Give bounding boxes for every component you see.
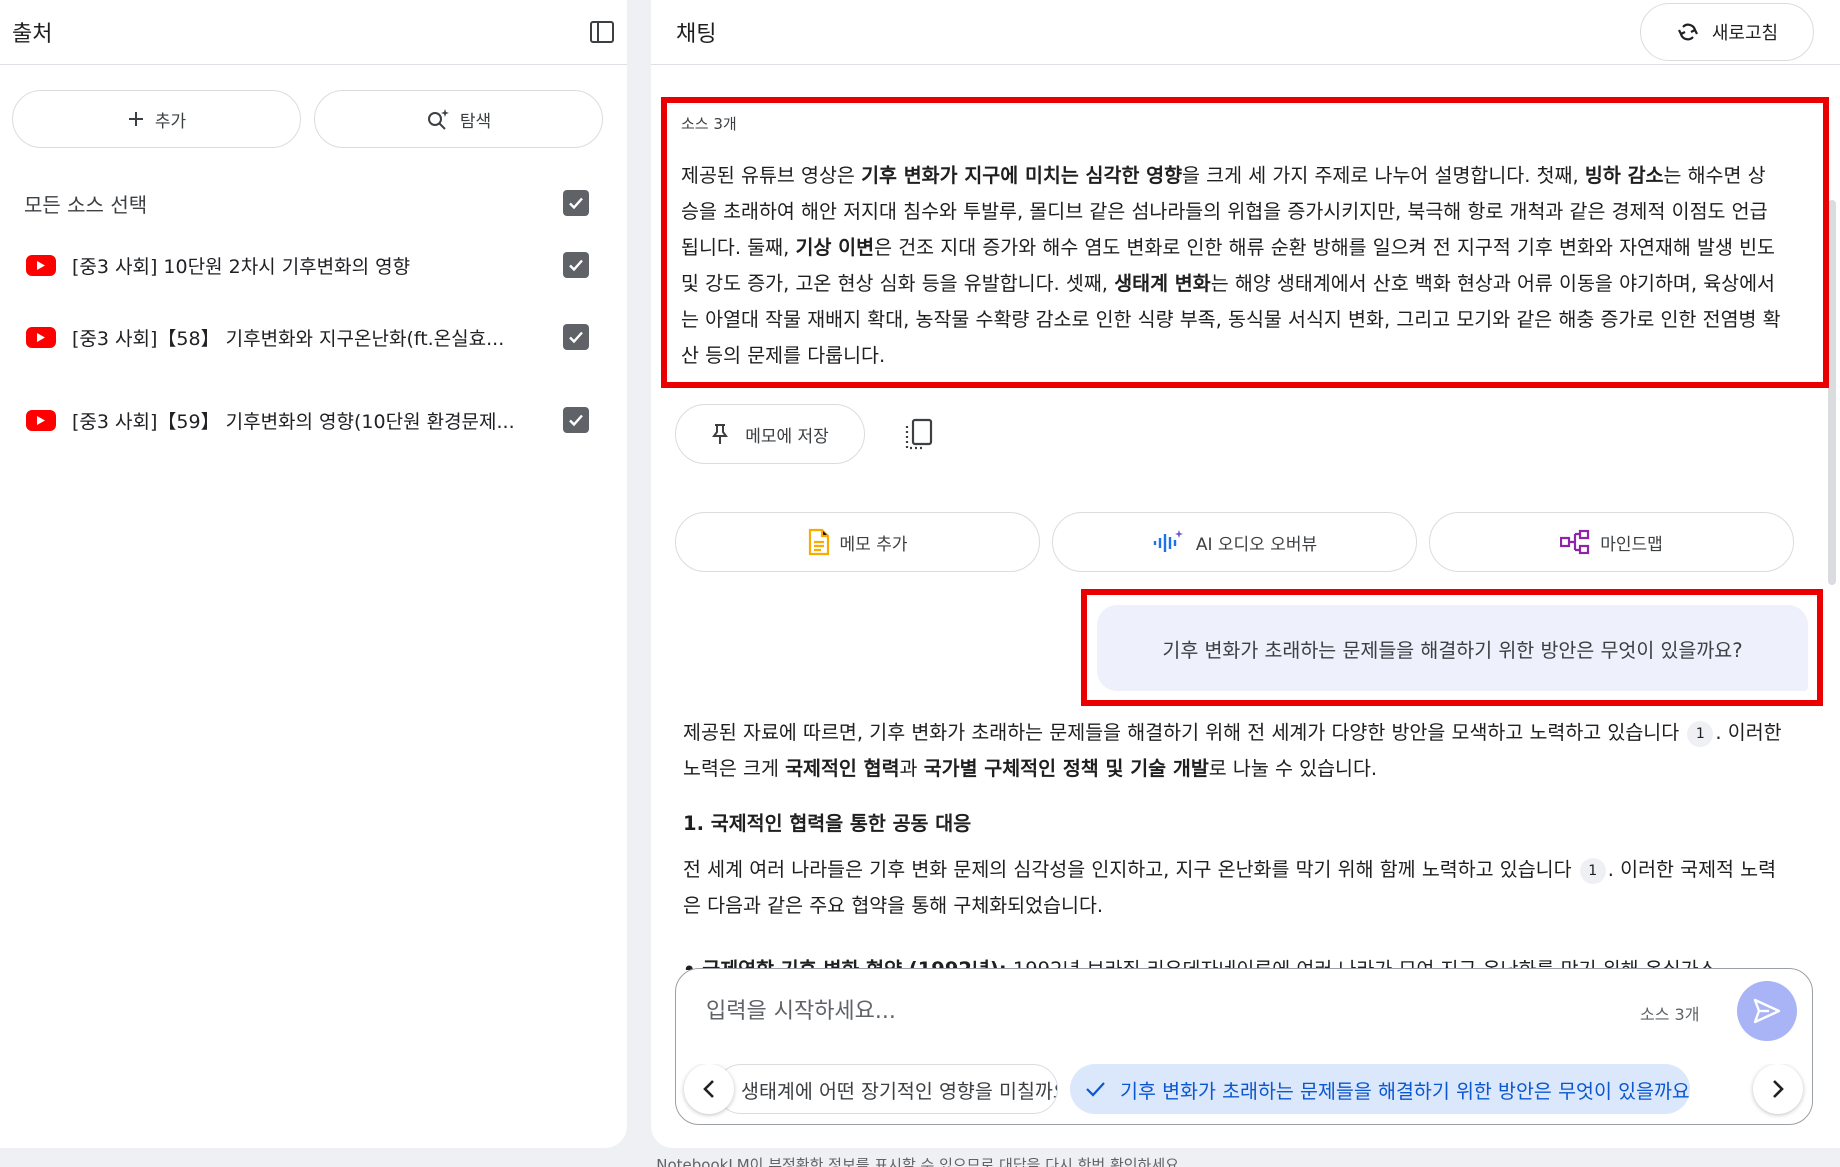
source-checkbox[interactable] (563, 252, 589, 278)
youtube-icon (26, 254, 56, 276)
scroll-left-button[interactable] (684, 1064, 734, 1114)
chat-scrollbar[interactable] (1828, 200, 1836, 585)
answer-text: 제공된 자료에 따르면, 기후 변화가 초래하는 문제들을 해결하기 위해 전 … (683, 721, 1680, 744)
check-icon (569, 259, 583, 272)
source-label: [중3 사회] 10단원 2차시 기후변화의 영향 (72, 255, 411, 278)
check-icon (569, 414, 583, 427)
panel-toggle-icon[interactable] (589, 19, 615, 45)
mindmap-button[interactable]: 마인드맵 (1429, 512, 1794, 572)
suggestion-chip[interactable]: 생태계에 어떤 장기적인 영향을 미칠까요? (716, 1064, 1058, 1114)
source-item[interactable]: [중3 사회]【59】 기후변화의 영향(10단원 환경문제... (0, 405, 627, 435)
plus-icon (128, 112, 143, 126)
refresh-icon (1677, 23, 1698, 41)
send-button[interactable] (1737, 981, 1797, 1041)
check-icon (569, 197, 583, 210)
chat-header: 채팅 새로고침 (651, 0, 1840, 65)
send-icon (1753, 998, 1781, 1024)
answer-text: 과 (899, 757, 924, 780)
summary-bold-segment: 생태계 변화 (1114, 272, 1211, 295)
source-checkbox[interactable] (563, 324, 589, 350)
input-sources-count: 소스 3개 (1640, 1005, 1700, 1024)
citation-badge[interactable]: 1 (1687, 720, 1714, 747)
answer-paragraph: 제공된 자료에 따르면, 기후 변화가 초래하는 문제들을 해결하기 위해 전 … (683, 715, 1793, 787)
summary-segment: 을 크게 세 가지 주제로 나누어 설명합니다. 첫째, (1182, 164, 1585, 187)
summary-bold-segment: 기후 변화가 지구에 미치는 심각한 영향 (861, 164, 1183, 187)
sources-header: 출처 (0, 0, 627, 65)
summary-segment: 제공된 유튜브 영상은 (681, 164, 862, 187)
question-highlight: 기후 변화가 초래하는 문제들을 해결하기 위한 방안은 무엇이 있을까요? (1081, 589, 1823, 706)
explore-button[interactable]: 탐색 (314, 90, 603, 148)
select-all-row: 모든 소스 선택 (0, 188, 627, 218)
summary-highlight: 소스 3개 제공된 유튜브 영상은 기후 변화가 지구에 미치는 심각한 영향을… (661, 97, 1829, 388)
add-source-button[interactable]: 추가 (12, 90, 301, 148)
suggestion-chips: 생태계에 어떤 장기적인 영향을 미칠까요? 기후 변화가 초래하는 문제들을 … (676, 1064, 1814, 1122)
audio-overview-button[interactable]: AI 오디오 오버뷰 (1052, 512, 1417, 572)
summary-sources-count: 소스 3개 (681, 115, 737, 133)
sources-panel: 출처 추가 탐색 모든 소스 선택 [중3 사회] 10단원 2차시 기후변화의… (0, 0, 627, 1148)
answer-bold-text: 국제적인 협력 (785, 757, 900, 780)
answer-heading: 1. 국제적인 협력을 통한 공동 대응 (683, 812, 972, 835)
sources-title: 출처 (12, 22, 53, 47)
note-icon (808, 528, 829, 556)
chat-title: 채팅 (676, 22, 717, 47)
explore-label: 탐색 (459, 111, 492, 132)
add-source-label: 추가 (154, 111, 187, 132)
disclaimer-footer: NotebookLM이 부정확한 정보를 표시할 수 있으므로 대답을 다시 한… (656, 1156, 1184, 1167)
check-icon (569, 331, 583, 344)
summary-text: 제공된 유튜브 영상은 기후 변화가 지구에 미치는 심각한 영향을 크게 세 … (681, 158, 1781, 374)
check-icon (1086, 1082, 1105, 1097)
youtube-icon (26, 326, 56, 348)
source-item[interactable]: [중3 사회] 10단원 2차시 기후변화의 영향 (0, 250, 627, 280)
answer-paragraph: 전 세계 여러 나라들은 기후 변화 문제의 심각성을 인지하고, 지구 온난화… (683, 852, 1793, 924)
sparkle-search-icon (427, 109, 449, 130)
chevron-right-icon (1773, 1080, 1784, 1098)
source-checkbox[interactable] (563, 407, 589, 433)
audio-wave-icon (1153, 530, 1183, 552)
answer-text: 로 나눌 수 있습니다. (1208, 757, 1378, 780)
select-all-checkbox[interactable] (563, 190, 589, 216)
select-all-label: 모든 소스 선택 (24, 192, 148, 217)
user-question-bubble: 기후 변화가 초래하는 문제들을 해결하기 위한 방안은 무엇이 있을까요? (1097, 605, 1808, 691)
pin-icon (712, 424, 729, 444)
answer-bold-text: 국가별 구체적인 정책 및 기술 개발 (923, 757, 1209, 780)
save-to-memo-button[interactable]: 메모에 저장 (675, 404, 865, 464)
audio-overview-label: AI 오디오 오버뷰 (1195, 534, 1318, 555)
citation-badge[interactable]: 1 (1579, 857, 1606, 884)
chevron-left-icon (703, 1080, 714, 1098)
mindmap-label: 마인드맵 (1600, 534, 1663, 555)
source-actions: 추가 탐색 (0, 65, 627, 148)
source-item[interactable]: [중3 사회]【58】 기후변화와 지구온난화(ft.온실효... (0, 322, 627, 352)
refresh-label: 새로고침 (1711, 23, 1779, 44)
copy-icon[interactable] (903, 418, 935, 452)
source-label: [중3 사회]【58】 기후변화와 지구온난화(ft.온실효... (72, 327, 505, 350)
refresh-button[interactable]: 새로고침 (1640, 3, 1814, 61)
summary-bold-segment: 빙하 감소 (1584, 164, 1664, 187)
answer-text: 전 세계 여러 나라들은 기후 변화 문제의 심각성을 인지하고, 지구 온난화… (683, 858, 1572, 881)
mindmap-icon (1560, 529, 1590, 555)
source-label: [중3 사회]【59】 기후변화의 영향(10단원 환경문제... (72, 410, 515, 433)
suggestion-chip-active[interactable]: 기후 변화가 초래하는 문제들을 해결하기 위한 방안은 무엇이 있을까요? (1070, 1064, 1690, 1114)
scroll-right-button[interactable] (1753, 1064, 1803, 1114)
chat-input[interactable] (706, 991, 1506, 1031)
assistant-answer: 제공된 자료에 따르면, 기후 변화가 초래하는 문제들을 해결하기 위해 전 … (683, 715, 1793, 924)
add-memo-label: 메모 추가 (839, 534, 908, 555)
suggestion-chip-label: 기후 변화가 초래하는 문제들을 해결하기 위한 방안은 무엇이 있을까요? (1120, 1079, 1690, 1103)
save-to-memo-label: 메모에 저장 (745, 426, 829, 447)
add-memo-button[interactable]: 메모 추가 (675, 512, 1040, 572)
summary-bold-segment: 기상 이변 (795, 236, 875, 259)
youtube-icon (26, 409, 56, 431)
chat-panel: 채팅 새로고침 소스 3개 제공된 유튜브 영상은 기후 변화가 지구에 미치는… (651, 0, 1840, 1148)
chat-input-card: 소스 3개 생태계에 어떤 장기적인 영향을 미칠까요? 기후 변화가 초래하는… (675, 968, 1813, 1125)
